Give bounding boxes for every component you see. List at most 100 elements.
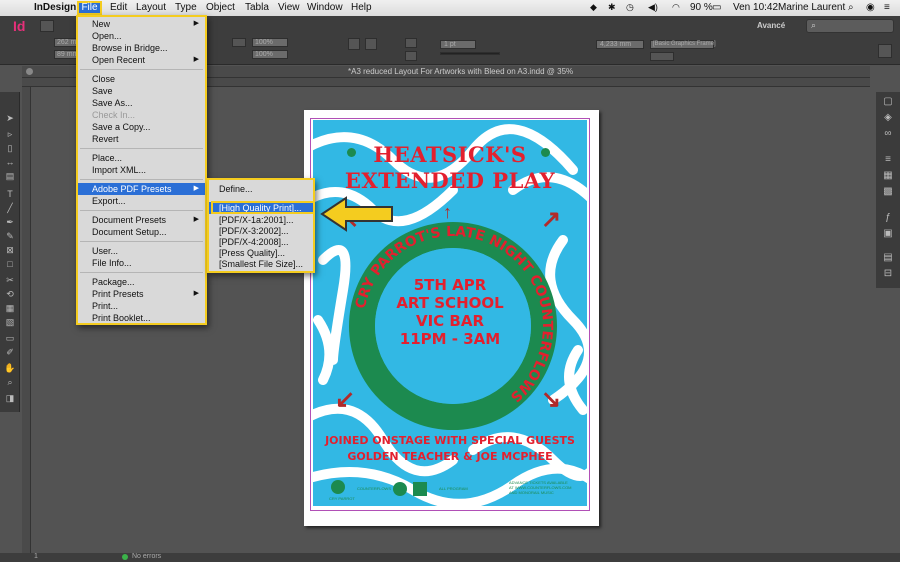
workspace-switcher[interactable]: Avancé	[757, 21, 785, 30]
preflight-status[interactable]: No errors	[132, 553, 161, 560]
flip-vertical-icon[interactable]	[365, 38, 377, 50]
fill-stroke-swatch-icon[interactable]: ◨	[4, 392, 16, 404]
search-input[interactable]: ⌕	[806, 19, 894, 33]
text-wrap-icon[interactable]: ▤	[882, 252, 894, 264]
dimension-field[interactable]: 4,233 mm	[596, 40, 644, 49]
green-dot-right	[541, 148, 550, 157]
table-menu-title[interactable]: Tabla	[245, 2, 269, 13]
note-tool-icon[interactable]: ▭	[4, 332, 16, 344]
spotlight-icon[interactable]: ⌕	[848, 2, 854, 13]
app-name-menu[interactable]: InDesign	[34, 2, 76, 13]
swatches-icon[interactable]: ▦	[882, 170, 894, 182]
edit-menu-title[interactable]: Edit	[110, 2, 127, 13]
menu-document-presets[interactable]: Document Presets ▶	[78, 214, 205, 226]
rotate-field[interactable]	[232, 38, 246, 47]
gap-tool-icon[interactable]: ↔	[4, 156, 16, 168]
wifi-icon[interactable]: ◠	[672, 2, 680, 13]
scissors-tool-icon[interactable]: ✂	[4, 274, 16, 286]
stroke-size-field[interactable]: 1 pt	[440, 40, 476, 49]
zoom-tool-icon[interactable]: ⌕	[4, 376, 16, 388]
pen-tool-icon[interactable]: ✒	[4, 216, 16, 228]
stroke-swatch-icon[interactable]	[405, 51, 417, 61]
zoom-b-field[interactable]: 100%	[252, 50, 288, 59]
line-tool-icon[interactable]: ╱	[4, 202, 16, 214]
view-menu-title[interactable]: View	[278, 2, 300, 13]
notifications-icon[interactable]: ≡	[884, 2, 890, 13]
gradient-tool-icon[interactable]: ▦	[4, 302, 16, 314]
object-style-label: [Basic Graphics Frame]	[653, 41, 716, 47]
object-styles-icon[interactable]: ▣	[882, 228, 894, 240]
type-tool-icon[interactable]: T	[4, 188, 16, 200]
panel-menu-icon[interactable]	[878, 44, 892, 58]
user-name[interactable]: Marine Laurent	[778, 2, 845, 13]
help-menu-title[interactable]: Help	[351, 2, 372, 13]
menu-adobe-pdf-presets[interactable]: Adobe PDF Presets ▶	[78, 183, 205, 195]
menu-print[interactable]: Print...	[78, 300, 205, 312]
zoom-a-field[interactable]: 100%	[252, 38, 288, 47]
menu-save-copy[interactable]: Save a Copy...	[78, 121, 205, 133]
bridge-button[interactable]	[40, 20, 54, 32]
menu-smallest-file-size[interactable]: [Smallest File Size]...	[209, 258, 313, 270]
content-collector-icon[interactable]: ▤	[4, 170, 16, 182]
stroke-type-dropdown[interactable]	[440, 52, 500, 55]
hand-tool-icon[interactable]: ✋	[4, 362, 16, 374]
effects-icon[interactable]: ƒ	[882, 212, 894, 224]
menu-save[interactable]: Save	[78, 85, 205, 97]
sync-icon[interactable]: ◷	[626, 2, 634, 13]
volume-icon[interactable]: ◀)	[648, 2, 658, 13]
menu-print-presets[interactable]: Print Presets ▶	[78, 288, 205, 300]
layout-menu-title[interactable]: Layout	[136, 2, 166, 13]
pages-icon[interactable]: ▢	[882, 96, 894, 108]
menu-document-setup[interactable]: Document Setup...	[78, 226, 205, 238]
type-menu-title[interactable]: Type	[175, 2, 197, 13]
siri-icon[interactable]: ◉	[866, 2, 875, 13]
menu-save-as[interactable]: Save As...	[78, 97, 205, 109]
menu-file-info[interactable]: File Info...	[78, 257, 205, 269]
free-transform-tool-icon[interactable]: ⟲	[4, 288, 16, 300]
dropbox-icon[interactable]: ◆	[590, 2, 597, 13]
document-tab-title[interactable]: *A3 reduced Layout For Artworks with Ble…	[348, 67, 573, 76]
menu-print-booklet[interactable]: Print Booklet...	[78, 312, 205, 324]
menu-close[interactable]: Close	[78, 73, 205, 85]
rectangle-tool-icon[interactable]: □	[4, 258, 16, 270]
battery-icon[interactable]: ▭	[712, 2, 721, 13]
menu-define[interactable]: Define...	[209, 183, 313, 195]
menu-user[interactable]: User...	[78, 245, 205, 257]
menu-export[interactable]: Export...	[78, 195, 205, 207]
color-icon[interactable]: ▩	[882, 186, 894, 198]
object-menu-title[interactable]: Object	[206, 2, 235, 13]
pencil-tool-icon[interactable]: ✎	[4, 230, 16, 242]
clock[interactable]: Ven 10:42	[733, 2, 778, 13]
flip-horizontal-icon[interactable]	[348, 38, 360, 50]
menu-open-recent[interactable]: Open Recent ▶	[78, 54, 205, 66]
window-menu-title[interactable]: Window	[307, 2, 343, 13]
menu-package[interactable]: Package...	[78, 276, 205, 288]
stroke-icon[interactable]: ≡	[882, 154, 894, 166]
tab-close-icon[interactable]	[26, 68, 33, 75]
object-style-dropdown[interactable]: [Basic Graphics Frame]	[650, 40, 716, 49]
direct-selection-tool-icon[interactable]: ▹	[4, 128, 16, 140]
menu-browse-bridge[interactable]: Browse in Bridge...	[78, 42, 205, 54]
gradient-feather-icon[interactable]: ▧	[4, 316, 16, 328]
eyedropper-tool-icon[interactable]: ✐	[4, 346, 16, 358]
rectangle-frame-tool-icon[interactable]: ⊠	[4, 244, 16, 256]
menu-new[interactable]: New ▶	[78, 18, 205, 30]
links-icon[interactable]: ∞	[882, 128, 894, 140]
poster-artwork[interactable]: HEATSICK'S EXTENDED PLAY ↖ ↗ ↑ ↙ ↘ CRY P…	[313, 120, 587, 506]
menu-open[interactable]: Open...	[78, 30, 205, 42]
file-menu-title[interactable]: File	[77, 1, 102, 15]
bluetooth-icon[interactable]: ✱	[608, 2, 616, 13]
menu-revert[interactable]: Revert	[78, 133, 205, 145]
layers-icon[interactable]: ◈	[882, 112, 894, 124]
selection-tool-icon[interactable]: ➤	[4, 112, 16, 124]
page-number[interactable]: 1	[34, 553, 38, 560]
opacity-field[interactable]	[650, 52, 674, 61]
page-tool-icon[interactable]: ▯	[4, 142, 16, 154]
all-program-text: ALL PROGRAM	[439, 486, 468, 491]
menu-place[interactable]: Place...	[78, 152, 205, 164]
menu-import-xml[interactable]: Import XML...	[78, 164, 205, 176]
vertical-ruler[interactable]	[22, 87, 31, 553]
align-icon[interactable]: ⊟	[882, 268, 894, 280]
preflight-ok-icon[interactable]	[122, 554, 128, 560]
fill-swatch-icon[interactable]	[405, 38, 417, 48]
